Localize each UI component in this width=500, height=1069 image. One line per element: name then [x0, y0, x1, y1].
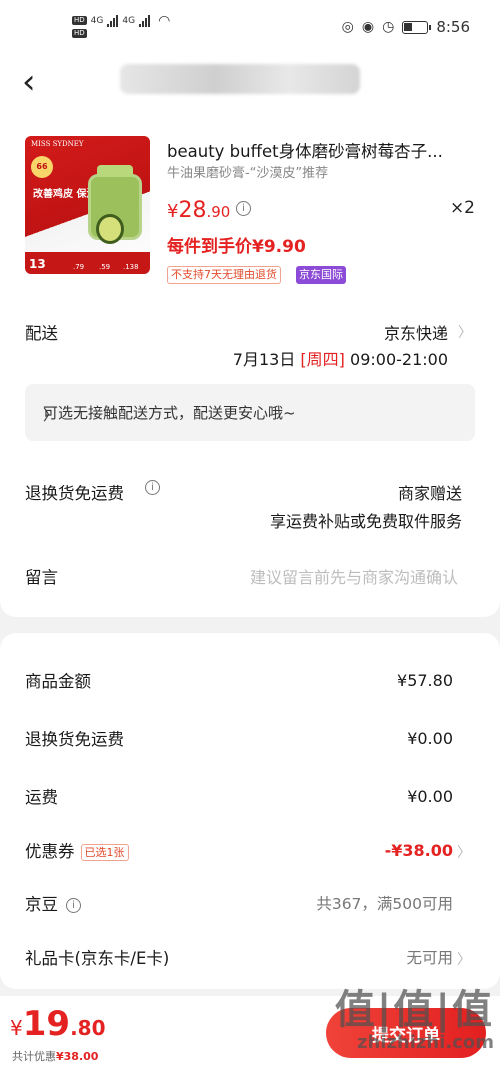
summary-row-return: 退换货免运费 ¥0.00: [25, 728, 453, 750]
submit-order-button[interactable]: 提交订单: [326, 1008, 486, 1058]
info-icon[interactable]: i: [66, 898, 81, 913]
summary-row-jdbean[interactable]: 京豆 i 共367，满500可用: [25, 891, 453, 915]
product-image[interactable]: MISS SYDNEY 66 改善鸡皮 保湿修复 13 .79 .59 .138: [25, 136, 150, 274]
headset-icon: ◎: [341, 19, 354, 35]
return-shipping-detail: 享运费补贴或免费取件服务: [269, 512, 462, 531]
nav-bar: ‹: [0, 56, 500, 112]
return-shipping-label: 退换货免运费: [25, 484, 124, 503]
chevron-right-icon[interactable]: 〉: [458, 322, 472, 342]
battery-icon: [402, 20, 432, 34]
message-input[interactable]: 建议留言前先与商家沟通确认: [250, 564, 458, 588]
info-icon[interactable]: i: [145, 480, 160, 495]
blurred-title: [120, 64, 360, 94]
product-subtitle: 牛油果磨砂膏-“沙漠皮”推荐: [167, 166, 329, 181]
no-return-tag: 不支持7天无理由退货: [167, 266, 281, 284]
jd-international-tag: 京东国际: [296, 266, 346, 284]
checkout-bar: ¥19.80 共计优惠¥38.00 提交订单: [0, 996, 500, 1069]
total-discount: 共计优惠¥38.00: [12, 1050, 99, 1063]
coupon-selected-tag: 已选1张: [80, 844, 129, 861]
signal-icon-2: [139, 14, 151, 27]
summary-row-freight: 运费 ¥0.00: [25, 786, 453, 808]
delivery-time[interactable]: 7月13日 [周四] 09:00-21:00: [233, 346, 448, 370]
back-icon[interactable]: ‹: [22, 62, 36, 102]
signal-icon: [107, 14, 119, 27]
product-title[interactable]: beauty buffet身体磨砂膏树莓杏子...: [167, 138, 467, 162]
unit-price: 每件到手价¥9.90: [167, 237, 306, 257]
chevron-right-icon: 〉: [457, 952, 471, 968]
chevron-right-icon: 〉: [457, 845, 471, 861]
avocado-graphic: [96, 214, 124, 244]
delivery-label: 配送: [25, 324, 58, 343]
chevron-right-icon: 〉: [43, 406, 59, 424]
price-info-icon[interactable]: i: [236, 201, 251, 216]
wifi-icon: ◠: [158, 12, 171, 29]
status-bar: HD 4G 4G ◠ HD ◎ ◉ ◷ 8:56: [0, 0, 500, 56]
contactless-delivery-notice[interactable]: 可选无接触配送方式，配送更安心哦~ 〉: [25, 384, 475, 441]
return-shipping-value: 商家赠送: [397, 484, 462, 503]
price-summary-card: 商品金额 ¥57.80 退换货免运费 ¥0.00 运费 ¥0.00 优惠券 已选1张 -…: [0, 633, 500, 989]
alarm-icon: ◷: [382, 19, 395, 35]
order-card: MISS SYDNEY 66 改善鸡皮 保湿修复 13 .79 .59 .138…: [0, 112, 500, 617]
delivery-method[interactable]: 京东快递: [384, 320, 448, 344]
summary-row-goods: 商品金额 ¥57.80: [25, 670, 453, 692]
product-quantity: ×2: [449, 198, 475, 218]
signal-indicators: HD 4G 4G ◠ HD: [72, 12, 171, 38]
summary-row-coupon[interactable]: 优惠券 已选1张 -¥38.00 〉: [25, 838, 471, 862]
total-price: ¥19.80: [10, 1004, 106, 1044]
eye-icon: ◉: [361, 19, 375, 35]
summary-row-giftcard[interactable]: 礼品卡(京东卡/E卡) 无可用 〉: [25, 945, 471, 969]
status-time: 8:56: [436, 18, 470, 36]
message-label: 留言: [25, 568, 58, 587]
product-price: ¥28.90: [167, 198, 231, 223]
